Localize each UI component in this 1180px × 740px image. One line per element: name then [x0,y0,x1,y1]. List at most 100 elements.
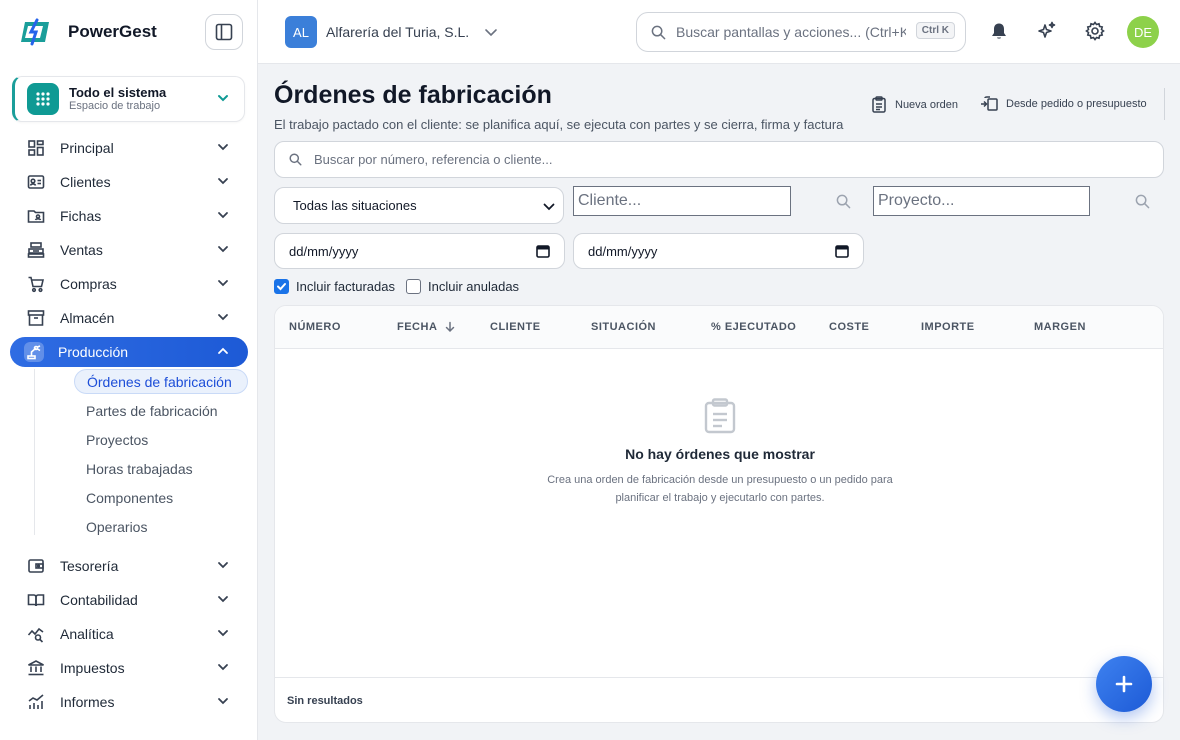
sidebar-item-clientes[interactable]: Clientes [0,165,257,199]
sidebar-item-label: Producción [58,344,129,360]
chart-search-icon [26,624,46,644]
sidebar-item-label: Almacén [60,310,115,326]
column-header-ejecutado[interactable]: % EJECUTADO [711,321,796,333]
chevron-down-icon [218,212,228,219]
column-header-cliente[interactable]: CLIENTE [490,321,541,333]
sort-arrow-down-icon [446,321,455,333]
date-to-input[interactable]: dd/mm/yyyy [573,233,864,269]
notifications-button[interactable] [988,20,1010,42]
collapse-sidebar-button[interactable] [205,14,243,50]
sidebar-toggle-icon [215,23,233,41]
status-filter-value: Todas las situaciones [293,198,417,213]
column-label: IMPORTE [921,321,975,333]
orders-table: NÚMERO FECHA CLIENTE SITUACIÓN % EJECUTA… [274,305,1164,723]
new-order-button[interactable]: Nueva orden [871,96,958,113]
empty-state: No hay órdenes que mostrar Crea una orde… [275,396,1163,507]
settings-button[interactable] [1084,20,1106,42]
robot-arm-icon [24,342,44,362]
sidebar-item-label: Impuestos [60,660,125,676]
sidebar-item-compras[interactable]: Compras [0,267,257,301]
chevron-down-icon [218,562,228,569]
add-order-fab-button[interactable] [1096,656,1152,712]
user-avatar[interactable]: DE [1127,16,1159,48]
sidebar-item-impuestos[interactable]: Impuestos [0,651,257,685]
orders-search-placeholder: Buscar por número, referencia o cliente.… [314,152,553,167]
folder-user-icon [26,206,46,226]
sidebar-item-analitica[interactable]: Analítica [0,617,257,651]
include-filters: Incluir facturadas Incluir anuladas [274,279,519,294]
sidebar-subitem-operarios[interactable]: Operarios [74,512,257,541]
sidebar-subitem-proyectos[interactable]: Proyectos [74,425,257,454]
convert-document-icon [981,96,998,111]
sidebar-item-label: Informes [60,694,115,710]
chevron-down-icon [218,698,228,705]
global-search-placeholder: Buscar pantallas y acciones... (Ctrl+K) [676,24,906,40]
global-search-input[interactable]: Buscar pantallas y acciones... (Ctrl+K) … [636,12,966,52]
sidebar-nav: Principal Clientes Fichas Ventas Compras… [0,131,257,719]
status-filter-select[interactable]: Todas las situaciones [274,187,564,224]
chevron-down-icon [543,203,555,211]
column-header-fecha[interactable]: FECHA [397,321,456,333]
column-label: NÚMERO [289,321,341,333]
chevron-down-icon [218,630,228,637]
sidebar-item-produccion[interactable]: Producción [10,337,248,367]
page-subtitle: El trabajo pactado con el cliente: se pl… [274,117,844,132]
include-cancelled-checkbox[interactable] [406,279,421,294]
dashboard-icon [26,138,46,158]
check-icon [277,283,286,291]
empty-state-title: No hay órdenes que mostrar [625,446,815,462]
column-label: MARGEN [1034,321,1086,333]
column-label: CLIENTE [490,321,541,333]
sidebar-item-principal[interactable]: Principal [0,131,257,165]
sidebar-subitem-horas-trabajadas[interactable]: Horas trabajadas [74,454,257,483]
workspace-title: Todo el sistema [69,85,167,100]
calendar-icon[interactable] [835,244,849,258]
date-to-value: dd/mm/yyyy [588,243,658,259]
calendar-icon[interactable] [536,244,550,258]
sidebar-subitem-partes-fabricacion[interactable]: Partes de fabricación [74,396,257,425]
clipboard-list-icon [872,96,886,113]
company-name: Alfarería del Turia, S.L. [326,24,470,40]
search-icon [289,153,302,166]
main-content: Órdenes de fabricación El trabajo pactad… [258,64,1180,740]
include-invoiced-checkbox[interactable] [274,279,289,294]
column-header-coste[interactable]: COSTE [829,321,869,333]
from-order-or-quote-button[interactable]: Desde pedido o presupuesto [980,96,1147,112]
sidebar-subitem-componentes[interactable]: Componentes [74,483,257,512]
sidebar-subitem-ordenes-fabricacion[interactable]: Órdenes de fabricación [74,369,248,394]
sidebar-item-informes[interactable]: Informes [0,685,257,719]
client-filter-input[interactable]: Cliente... [573,186,791,216]
chevron-up-icon [218,347,228,354]
chevron-down-icon [218,178,228,185]
chevron-down-icon [218,664,228,671]
chevron-down-icon [218,246,228,253]
column-header-numero[interactable]: NÚMERO [289,321,341,333]
column-label: FECHA [397,321,438,333]
company-badge: AL [285,16,317,48]
company-selector[interactable]: AL Alfarería del Turia, S.L. [285,16,499,48]
workspace-selector[interactable]: Todo el sistema Espacio de trabajo [12,76,245,122]
column-header-situacion[interactable]: SITUACIÓN [591,321,656,333]
bank-icon [26,658,46,678]
book-open-icon [26,590,46,610]
sidebar-item-tesoreria[interactable]: Tesorería [0,549,257,583]
project-lookup-search-icon[interactable] [1135,194,1150,209]
column-header-margen[interactable]: MARGEN [1034,321,1086,333]
sidebar-item-almacen[interactable]: Almacén [0,301,257,335]
cash-register-icon [26,240,46,260]
plus-icon [1115,675,1133,693]
column-label: SITUACIÓN [591,321,656,333]
project-filter-placeholder: Proyecto... [878,192,955,209]
chevron-down-icon [218,280,228,287]
date-from-input[interactable]: dd/mm/yyyy [274,233,565,269]
sidebar-item-fichas[interactable]: Fichas [0,199,257,233]
sidebar-item-ventas[interactable]: Ventas [0,233,257,267]
project-filter-input[interactable]: Proyecto... [873,186,1090,216]
ai-assistant-button[interactable] [1036,20,1058,42]
column-header-importe[interactable]: IMPORTE [921,321,975,333]
sidebar-item-label: Fichas [60,208,102,224]
client-lookup-search-icon[interactable] [836,194,851,209]
sidebar-item-contabilidad[interactable]: Contabilidad [0,583,257,617]
orders-search-input[interactable]: Buscar por número, referencia o cliente.… [274,141,1164,178]
table-header: NÚMERO FECHA CLIENTE SITUACIÓN % EJECUTA… [275,306,1163,349]
